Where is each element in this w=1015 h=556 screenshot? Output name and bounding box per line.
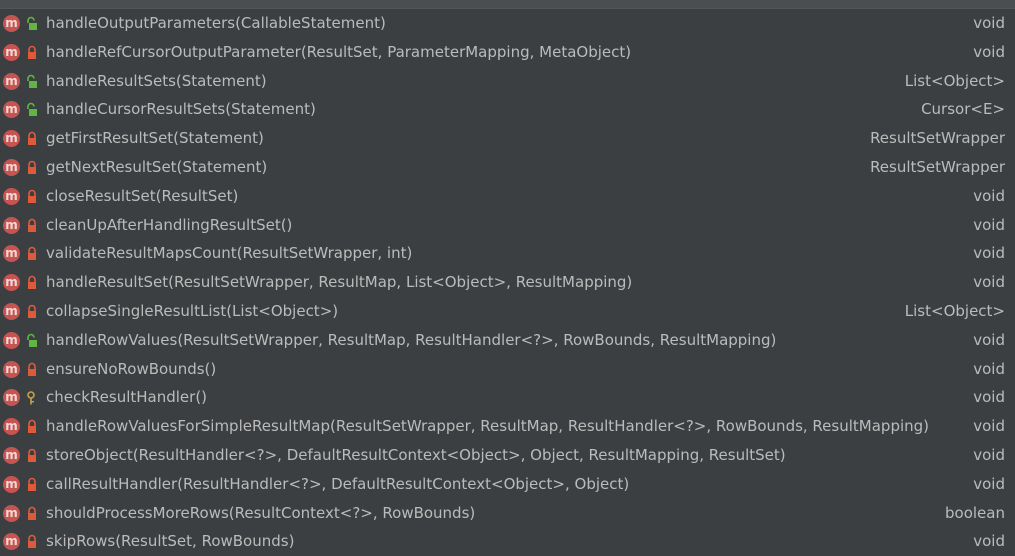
return-type: void (973, 388, 1005, 407)
list-item[interactable]: m closeResultSet(ResultSet) void (0, 182, 1015, 211)
method-icon: m (3, 15, 20, 32)
list-item[interactable]: m handleRowValues(ResultSetWrapper, Resu… (0, 326, 1015, 355)
return-type: void (973, 359, 1005, 378)
list-item[interactable]: m getFirstResultSet(Statement) ResultSet… (0, 124, 1015, 153)
list-item[interactable]: m collapseSingleResultList(List<Object>)… (0, 297, 1015, 326)
method-signature: checkResultHandler() (46, 388, 208, 407)
return-type: Cursor<E> (921, 100, 1005, 119)
return-type: void (973, 273, 1005, 292)
public-icon (25, 102, 39, 118)
return-type: void (973, 186, 1005, 205)
top-bar (0, 0, 1015, 9)
list-item[interactable]: m handleCursorResultSets(Statement) Curs… (0, 95, 1015, 124)
list-item[interactable]: m ensureNoRowBounds() void (0, 355, 1015, 384)
private-icon (25, 534, 39, 550)
method-signature: handleRowValuesForSimpleResultMap(Result… (46, 417, 930, 436)
public-icon (25, 74, 39, 90)
private-icon (25, 448, 39, 464)
method-signature: closeResultSet(ResultSet) (46, 186, 239, 205)
method-signature: handleResultSets(Statement) (46, 71, 267, 90)
list-item[interactable]: m getNextResultSet(Statement) ResultSetW… (0, 153, 1015, 182)
list-item[interactable]: m cleanUpAfterHandlingResultSet() void (0, 211, 1015, 240)
method-icon: m (3, 475, 20, 493)
return-type: void (973, 417, 1005, 436)
return-type: List<Object> (904, 71, 1005, 90)
private-icon (25, 45, 39, 61)
public-icon (25, 333, 39, 349)
method-icon: m (3, 302, 20, 320)
list-item[interactable]: m validateResultMapsCount(ResultSetWrapp… (0, 239, 1015, 268)
list-item[interactable]: m handleRefCursorOutputParameter(ResultS… (0, 38, 1015, 67)
method-icon: m (3, 274, 20, 292)
method-icon: m (3, 533, 20, 551)
list-item[interactable]: m checkResultHandler() void (0, 383, 1015, 412)
private-icon (25, 362, 39, 378)
method-signature: handleOutputParameters(CallableStatement… (46, 14, 386, 32)
return-type: void (973, 532, 1005, 551)
return-type: boolean (945, 503, 1005, 522)
list-item[interactable]: m handleOutputParameters(CallableStateme… (0, 9, 1015, 38)
list-item[interactable]: m storeObject(ResultHandler<?>, DefaultR… (0, 441, 1015, 470)
public-icon (25, 16, 39, 32)
protected-icon (25, 390, 39, 406)
return-type: List<Object> (904, 301, 1005, 320)
method-icon: m (3, 245, 20, 263)
private-icon (25, 160, 39, 176)
method-signature: storeObject(ResultHandler<?>, DefaultRes… (46, 445, 786, 464)
list-item[interactable]: m callResultHandler(ResultHandler<?>, De… (0, 470, 1015, 499)
list-item[interactable]: m handleRowValuesForSimpleResultMap(Resu… (0, 412, 1015, 441)
private-icon (25, 275, 39, 291)
return-type: ResultSetWrapper (870, 129, 1005, 148)
return-type: void (973, 474, 1005, 493)
method-signature: skipRows(ResultSet, RowBounds) (46, 532, 295, 551)
method-icon: m (3, 504, 20, 522)
method-signature: validateResultMapsCount(ResultSetWrapper… (46, 244, 413, 263)
method-icon: m (3, 158, 20, 176)
method-signature: getFirstResultSet(Statement) (46, 129, 264, 148)
method-icon: m (3, 446, 20, 464)
method-icon: m (3, 187, 20, 205)
return-type: void (973, 42, 1005, 61)
return-type: void (973, 14, 1005, 32)
method-signature: cleanUpAfterHandlingResultSet() (46, 215, 293, 234)
return-type: void (973, 244, 1005, 263)
list-item[interactable]: m skipRows(ResultSet, RowBounds) void (0, 527, 1015, 556)
method-icon: m (3, 418, 20, 436)
method-signature: handleRefCursorOutputParameter(ResultSet… (46, 42, 632, 61)
method-icon: m (3, 216, 20, 234)
private-icon (25, 506, 39, 522)
return-type: ResultSetWrapper (870, 157, 1005, 176)
member-list: m handleOutputParameters(CallableStateme… (0, 9, 1015, 556)
private-icon (25, 131, 39, 147)
return-type: void (973, 330, 1005, 349)
return-type: void (973, 215, 1005, 234)
method-icon: m (3, 43, 20, 61)
method-icon: m (3, 101, 20, 119)
private-icon (25, 419, 39, 435)
method-icon: m (3, 389, 20, 407)
method-icon: m (3, 130, 20, 148)
method-signature: handleRowValues(ResultSetWrapper, Result… (46, 330, 777, 349)
return-type: void (973, 445, 1005, 464)
private-icon (25, 246, 39, 262)
method-icon: m (3, 331, 20, 349)
list-item[interactable]: m handleResultSets(Statement) List<Objec… (0, 67, 1015, 96)
method-signature: callResultHandler(ResultHandler<?>, Defa… (46, 474, 630, 493)
private-icon (25, 218, 39, 234)
method-signature: collapseSingleResultList(List<Object>) (46, 301, 339, 320)
method-icon: m (3, 72, 20, 90)
private-icon (25, 189, 39, 205)
method-signature: getNextResultSet(Statement) (46, 157, 268, 176)
method-signature: shouldProcessMoreRows(ResultContext<?>, … (46, 503, 476, 522)
method-signature: ensureNoRowBounds() (46, 359, 217, 378)
method-icon: m (3, 360, 20, 378)
method-signature: handleResultSet(ResultSetWrapper, Result… (46, 273, 633, 292)
private-icon (25, 304, 39, 320)
list-item[interactable]: m handleResultSet(ResultSetWrapper, Resu… (0, 268, 1015, 297)
method-signature: handleCursorResultSets(Statement) (46, 100, 316, 119)
list-item[interactable]: m shouldProcessMoreRows(ResultContext<?>… (0, 499, 1015, 528)
private-icon (25, 477, 39, 493)
